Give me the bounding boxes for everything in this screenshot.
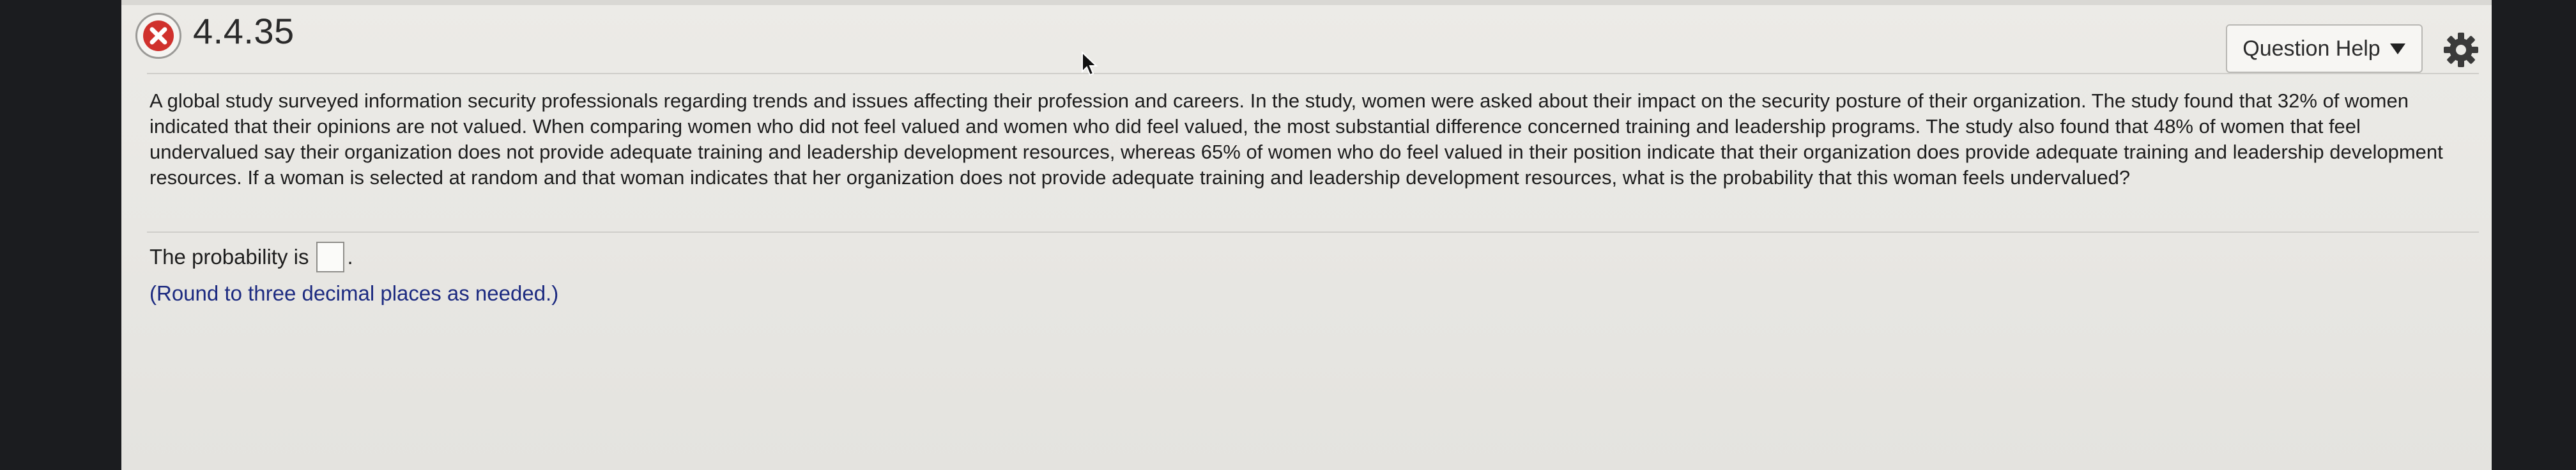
probability-answer-input[interactable]	[316, 242, 345, 272]
question-help-button[interactable]: Question Help	[2226, 24, 2423, 73]
incorrect-x-icon	[135, 13, 181, 59]
mouse-pointer-icon	[1082, 51, 1098, 76]
question-panel: 4.4.35 Question Help A global study surv…	[121, 0, 2492, 470]
gear-icon[interactable]	[2442, 31, 2480, 69]
answer-divider	[147, 231, 2479, 233]
answer-suffix: .	[347, 245, 353, 269]
top-border	[121, 0, 2492, 5]
question-header: 4.4.35 Question Help	[121, 5, 2492, 73]
question-help-label: Question Help	[2242, 36, 2380, 61]
question-text: A global study surveyed information secu…	[150, 90, 2443, 189]
rounding-hint: (Round to three decimal places as needed…	[150, 281, 559, 305]
answer-row: The probability is .	[150, 242, 353, 272]
question-number: 4.4.35	[193, 11, 295, 51]
caret-down-icon	[2389, 43, 2405, 54]
answer-prefix: The probability is	[150, 245, 309, 269]
header-divider	[147, 73, 2479, 74]
